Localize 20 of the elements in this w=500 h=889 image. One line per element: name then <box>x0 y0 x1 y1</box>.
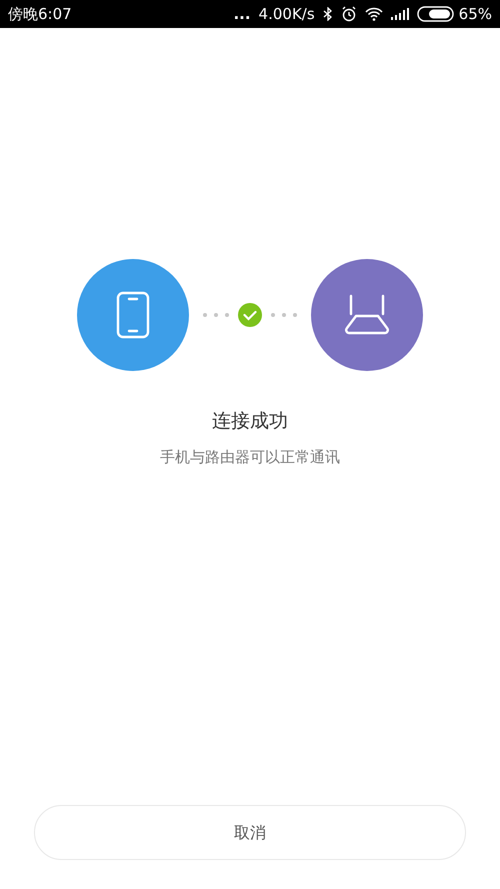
network-speed: 4.00K/s <box>258 4 315 25</box>
dot-icon <box>214 313 218 317</box>
success-description: 手机与路由器可以正常通讯 <box>159 446 341 468</box>
alarm-clock-icon <box>340 6 357 22</box>
clock: 傍晚6:07 <box>8 4 72 25</box>
phone-icon <box>116 291 150 339</box>
bluetooth-icon <box>322 7 333 21</box>
notification-dots: ... <box>233 4 251 25</box>
signal-icon <box>390 8 409 20</box>
dot-icon <box>271 313 275 317</box>
dot-icon <box>225 313 229 317</box>
router-icon <box>344 294 390 336</box>
wifi-icon <box>364 7 383 21</box>
battery-icon <box>416 6 455 22</box>
battery-percentage: 65% <box>458 4 492 25</box>
dot-icon <box>293 313 297 317</box>
dot-icon <box>203 313 207 317</box>
success-title: 连接成功 <box>211 409 289 434</box>
cancel-button[interactable]: 取消 <box>34 805 466 860</box>
dot-icon <box>282 313 286 317</box>
